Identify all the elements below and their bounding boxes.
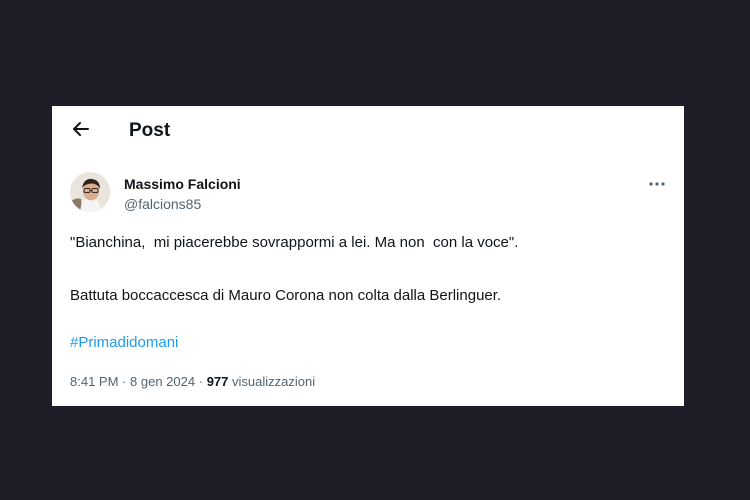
views-count: 977 <box>206 374 229 389</box>
post-meta: 8:41 PM · 8 gen 2024 · 977 visualizzazio… <box>70 374 315 389</box>
avatar[interactable] <box>70 172 110 212</box>
post-card: Post Massimo Falcioni @falcions85 "Bianc… <box>52 106 684 406</box>
post-header: Post <box>52 106 684 156</box>
meta-separator: · <box>198 374 204 389</box>
hashtag-link[interactable]: #Primadidomani <box>70 334 178 351</box>
views-label: visualizzazioni <box>232 374 316 389</box>
post-text-line: "Bianchina, mi piacerebbe sovrappormi a … <box>70 234 519 251</box>
post-date[interactable]: 8 gen 2024 <box>130 374 195 389</box>
more-dots-icon <box>648 174 666 192</box>
back-button[interactable] <box>66 118 96 144</box>
post-time[interactable]: 8:41 PM <box>70 374 118 389</box>
page-title: Post <box>129 120 171 141</box>
more-options-button[interactable] <box>642 174 672 192</box>
post-text-line: Battuta boccaccesca di Mauro Corona non … <box>70 287 502 304</box>
meta-separator: · <box>122 374 127 389</box>
arrow-left-icon <box>72 121 90 142</box>
author-handle[interactable]: @falcions85 <box>124 196 201 212</box>
author-name[interactable]: Massimo Falcioni <box>124 176 241 192</box>
